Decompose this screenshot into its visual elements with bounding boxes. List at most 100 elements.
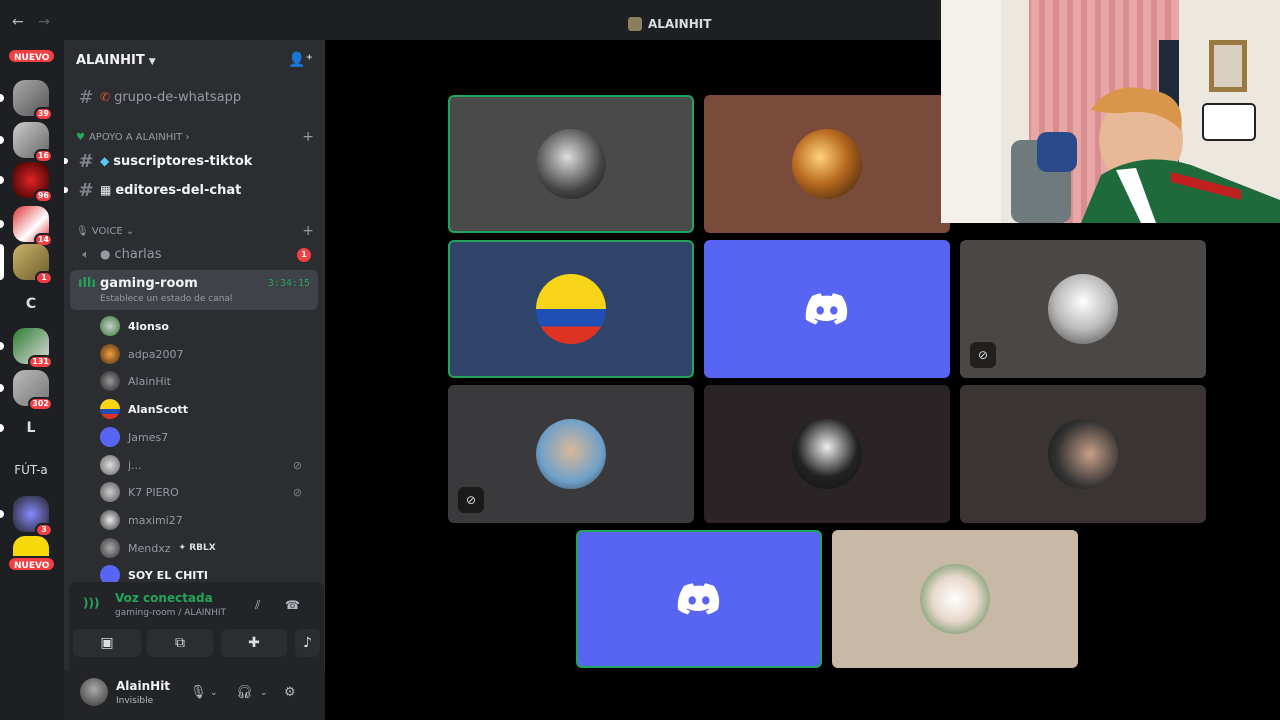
channel-label: gaming-room: [100, 276, 198, 291]
participant-tile[interactable]: [704, 385, 950, 523]
discord-logo-icon: [677, 583, 720, 615]
user-avatar[interactable]: [80, 678, 108, 706]
server-icon[interactable]: C: [13, 286, 49, 322]
voice-member[interactable]: AlainHit: [100, 369, 310, 393]
channel-editores-del-chat[interactable]: # ▦ editores-del-chat: [64, 176, 317, 204]
noise-suppression-icon[interactable]: ⫽: [255, 598, 260, 613]
channel-label: grupo-de-whatsapp: [114, 89, 242, 105]
headphones-icon[interactable]: 🎧︎: [236, 685, 253, 700]
chevron-down-icon[interactable]: ⌄: [260, 688, 268, 698]
participant-avatar: [920, 564, 990, 634]
guild-name: ALAINHIT: [76, 52, 145, 68]
soundboard-button[interactable]: ♪: [295, 629, 320, 657]
server-icon[interactable]: 14: [0, 206, 53, 247]
channel-suscriptores-tiktok[interactable]: # ◆ suscriptores-tiktok: [64, 147, 317, 175]
participant-tile[interactable]: [448, 240, 694, 378]
participant-avatar: [1048, 274, 1118, 344]
invite-people-icon[interactable]: 👤⁺: [288, 52, 313, 68]
voice-status-subtitle[interactable]: gaming-room / ALAINHIT: [115, 608, 226, 618]
server-letter: L: [13, 410, 49, 446]
webcam-feed: [941, 0, 1280, 223]
forward-arrow-icon[interactable]: →: [38, 14, 50, 30]
unread-badge: 131: [28, 355, 53, 369]
muted-mic-icon: ⊘: [458, 487, 484, 513]
voice-member[interactable]: James7: [100, 425, 310, 449]
voice-active-icon: ıllı: [78, 276, 96, 291]
member-name: AlanScott: [128, 402, 189, 416]
participant-tile[interactable]: [832, 530, 1078, 668]
channel-label: charlas: [114, 246, 162, 262]
window-title-text: ALAINHIT: [648, 17, 712, 31]
participant-tile[interactable]: [960, 385, 1206, 523]
voice-timer: 3:34:15: [267, 278, 310, 289]
participant-tile[interactable]: [704, 240, 950, 378]
participant-tile[interactable]: [704, 95, 950, 233]
voice-member[interactable]: j... ⊘: [100, 453, 310, 477]
chevron-down-icon[interactable]: ⌄: [210, 688, 218, 698]
voice-status-title[interactable]: Voz conectada: [115, 591, 213, 605]
hash-icon: #: [78, 86, 94, 108]
category-voice[interactable]: 🎙︎ VOICE ⌄ +: [76, 223, 314, 239]
channel-gaming-room[interactable]: ıllı gaming-room Establece un estado de …: [70, 270, 318, 310]
channel-status[interactable]: Establece un estado de canal: [100, 294, 232, 304]
voice-member[interactable]: maximi27: [100, 508, 310, 532]
voice-member[interactable]: K7 PIERO ⊘: [100, 480, 310, 504]
participant-tile[interactable]: [576, 530, 822, 668]
signal-icon[interactable]: ))): [83, 596, 99, 610]
category-label: VOICE: [91, 225, 123, 237]
server-icon-active[interactable]: 1: [0, 244, 53, 285]
category-apoyo[interactable]: ♥ APOYO A ALAINHIT › +: [76, 129, 314, 145]
unread-badge: 16: [33, 149, 53, 163]
participant-tile[interactable]: [448, 95, 694, 233]
activities-icon: ✚: [248, 635, 260, 651]
participant-avatar: [1048, 419, 1118, 489]
server-icon[interactable]: 16: [0, 122, 53, 163]
server-icon[interactable]: 39: [0, 80, 53, 121]
member-name: Mendxz: [128, 541, 171, 555]
discord-logo-icon: [805, 293, 848, 325]
screen-share-button[interactable]: ⧉: [147, 629, 213, 657]
add-channel-icon[interactable]: +: [302, 129, 314, 145]
microphone-icon[interactable]: 🎙︎: [190, 685, 207, 700]
soundboard-icon: ♪: [303, 635, 312, 651]
server-icon[interactable]: 3: [0, 496, 53, 537]
settings-gear-icon[interactable]: ⚙: [284, 685, 296, 700]
add-channel-icon[interactable]: +: [302, 223, 314, 239]
member-name: maximi27: [128, 513, 183, 527]
channel-grupo-de-whatsapp[interactable]: # ✆ grupo-de-whatsapp: [72, 83, 317, 111]
member-name: James7: [128, 430, 169, 444]
voice-member[interactable]: AlanScott: [100, 397, 310, 421]
avatar: [100, 427, 120, 447]
guild-header[interactable]: ALAINHIT ▼ 👤⁺: [64, 40, 325, 80]
muted-mic-icon: ⊘: [292, 458, 302, 472]
avatar: [100, 344, 120, 364]
activities-button[interactable]: ✚: [221, 629, 287, 657]
hash-icon: #: [78, 179, 94, 201]
server-icon[interactable]: 96: [0, 162, 53, 203]
member-name: adpa2007: [128, 347, 184, 361]
channel-charlas[interactable]: 🔈︎ ● charlas 1: [72, 240, 317, 268]
server-icon[interactable]: L: [0, 410, 49, 446]
discord-app: ← → ALAINHIT NUEVO 39 16 96 14 1 C 131 3…: [0, 0, 1280, 720]
unread-badge: 39: [33, 107, 53, 121]
server-icon[interactable]: 302: [0, 370, 53, 411]
hash-icon: #: [78, 150, 94, 172]
back-arrow-icon[interactable]: ←: [12, 14, 24, 30]
participant-tile[interactable]: ⊘: [448, 385, 694, 523]
server-icon[interactable]: FÚT-a: [8, 452, 54, 488]
participant-tile[interactable]: ⊘: [960, 240, 1206, 378]
game-tag: ✦ RBLX: [178, 543, 216, 553]
unread-badge: 96: [33, 189, 53, 203]
chevron-down-icon: ▼: [148, 56, 156, 67]
server-icon[interactable]: 131: [0, 328, 53, 369]
disconnect-icon[interactable]: ☎: [285, 598, 300, 612]
camera-button[interactable]: ▣: [73, 629, 141, 657]
new-badge: NUEVO: [7, 48, 57, 64]
user-status: Invisible: [116, 696, 154, 706]
new-badge: NUEVO: [7, 556, 57, 572]
voice-member[interactable]: Mendxz ✦ RBLX: [100, 536, 310, 560]
muted-mic-icon: ⊘: [292, 485, 302, 499]
user-name[interactable]: AlainHit: [116, 679, 170, 693]
voice-member[interactable]: 4lonso: [100, 314, 310, 338]
voice-member[interactable]: adpa2007: [100, 342, 310, 366]
